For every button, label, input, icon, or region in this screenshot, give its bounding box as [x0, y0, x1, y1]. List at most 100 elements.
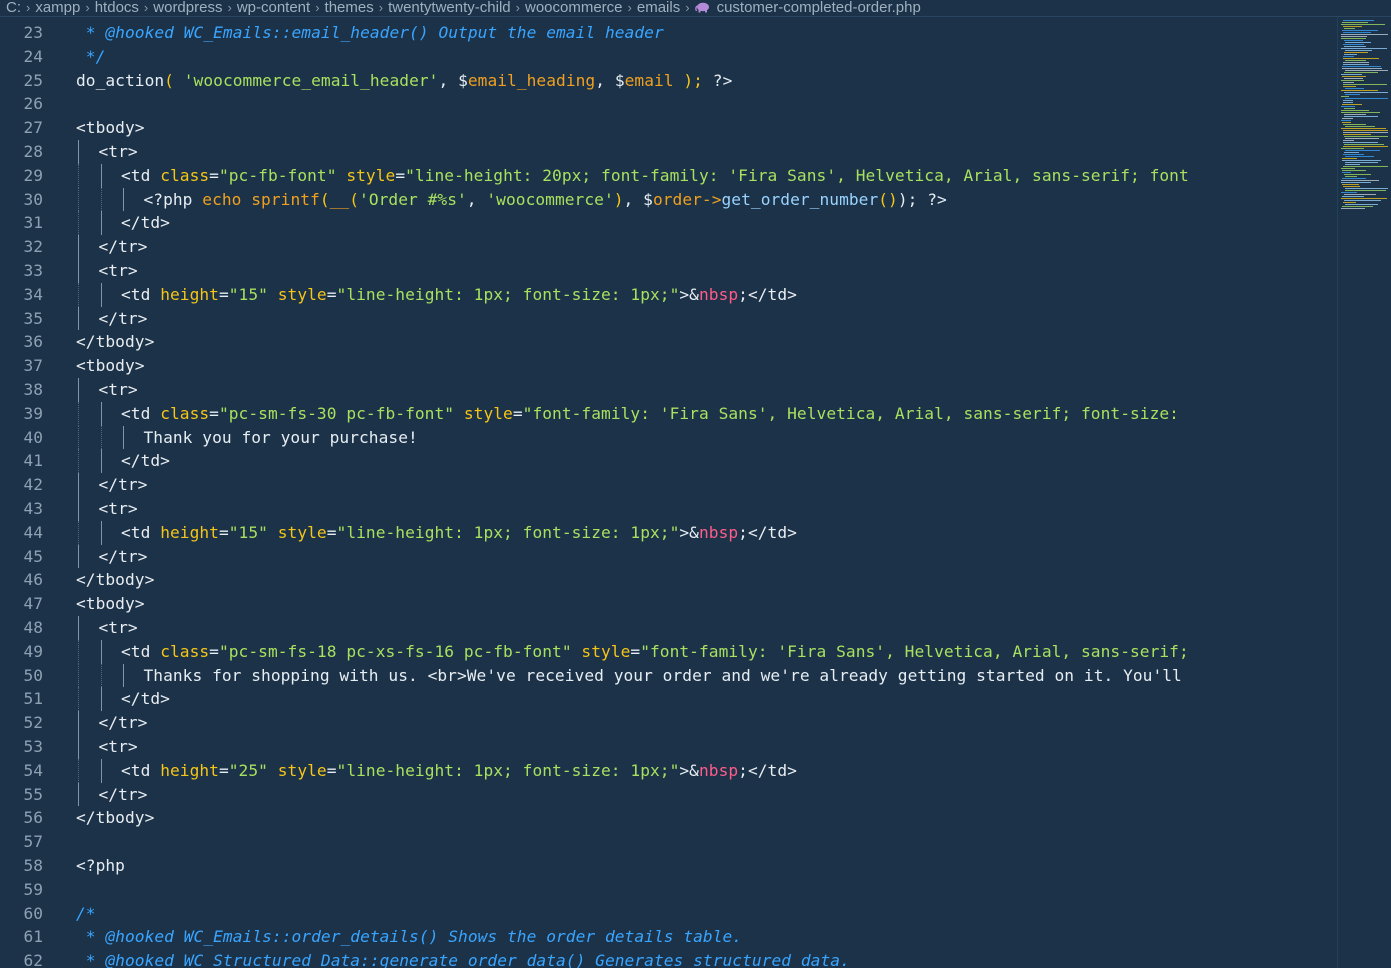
code-line[interactable]: 31 </td> — [0, 211, 1336, 236]
code-line[interactable]: 56 </tbody> — [0, 806, 1336, 830]
code-line[interactable]: 25 do_action( 'woocommerce_email_header',… — [0, 69, 1336, 93]
code-token: <td — [121, 522, 161, 542]
code-line[interactable]: 43 <tr> — [0, 497, 1336, 521]
line-number: 61 — [23, 927, 44, 947]
code-line[interactable]: 38 <tr> — [0, 378, 1336, 402]
indent-guide — [100, 401, 102, 426]
code-line[interactable]: 28 <tr> — [0, 140, 1336, 164]
line-number: 27 — [23, 118, 44, 138]
code-line[interactable]: 29 <td class="pc-fb-font" style="line-hei… — [0, 163, 1336, 188]
code-line[interactable]: 23 * @hooked WC_Emails::email_header() O… — [0, 21, 1336, 45]
code-token: <tr> — [98, 380, 138, 399]
code-line[interactable]: 48 <tr> — [0, 616, 1336, 640]
code-line[interactable]: 33 <tr> — [0, 259, 1336, 283]
indent-guide — [78, 401, 79, 426]
code-text: do_action( 'woocommerce_email_header', $… — [76, 69, 732, 93]
code-line[interactable]: 35 </tr> — [0, 306, 1336, 331]
code-text: <tr> — [99, 616, 138, 640]
code-line[interactable]: 34 <td height="15" style="line-height: 1p… — [0, 282, 1336, 307]
code-token: = — [512, 403, 523, 423]
code-token: <td — [121, 760, 161, 780]
code-line[interactable]: 45 </tr> — [0, 544, 1336, 569]
code-line[interactable]: 40 Thank you for your purchase! — [0, 425, 1336, 450]
code-line[interactable]: 42 </tr> — [0, 473, 1336, 497]
breadcrumb-item[interactable]: htdocs — [95, 0, 139, 16]
code-line[interactable]: 60 /* — [0, 902, 1336, 926]
breadcrumb-item[interactable]: woocommerce — [525, 0, 623, 16]
code-line[interactable]: 39 <td class="pc-sm-fs-30 pc-fb-font" sty… — [0, 401, 1336, 426]
code-line[interactable]: 32 </tr> — [0, 235, 1336, 259]
minimap-line — [1341, 110, 1369, 111]
code-line[interactable]: 59 — [0, 878, 1336, 902]
indent-guide — [78, 520, 79, 545]
code-line[interactable]: 24 */ — [0, 45, 1336, 69]
code-text: <td height="15" style="line-height: 1px;… — [121, 283, 797, 307]
code-line[interactable]: 53 <tr> — [0, 735, 1336, 759]
code-line[interactable]: 37 <tbody> — [0, 354, 1336, 378]
indent-guide — [78, 211, 79, 236]
code-line[interactable]: 30 <?php echo sprintf(__('Order #%s', 'wo… — [0, 187, 1336, 212]
minimap-line — [1342, 118, 1353, 119]
code-line[interactable]: 61 * @hooked WC_Emails::order_details() … — [0, 925, 1336, 949]
code-line[interactable]: 52 </tr> — [0, 711, 1336, 735]
breadcrumb-item[interactable]: xampp — [35, 0, 80, 16]
code-line[interactable]: 26 — [0, 92, 1336, 116]
minimap-line — [1343, 100, 1353, 101]
indent-guide — [100, 520, 102, 545]
minimap-line — [1344, 200, 1381, 201]
indent-guide — [78, 473, 79, 497]
code-line[interactable]: 27 <tbody> — [0, 116, 1336, 140]
minimap-line — [1344, 108, 1355, 109]
breadcrumb-item[interactable]: twentytwenty-child — [388, 0, 511, 16]
code-token: </tr> — [98, 713, 148, 733]
chevron-right-icon: › — [26, 0, 31, 15]
code-token: nbsp — [698, 284, 739, 304]
minimap-line — [1343, 62, 1369, 63]
minimap-line — [1343, 26, 1362, 27]
code-editor[interactable]: 23 * @hooked WC_Emails::email_header() O… — [0, 21, 1336, 968]
minimap-line — [1342, 158, 1357, 159]
minimap-line — [1345, 126, 1375, 127]
code-token: do_action — [76, 70, 165, 90]
code-line[interactable]: 47 <tbody> — [0, 592, 1336, 616]
minimap-line — [1344, 116, 1378, 117]
code-text: </tr> — [99, 235, 148, 259]
code-line[interactable]: 46 </tbody> — [0, 568, 1336, 592]
breadcrumb-item[interactable]: C: — [6, 0, 21, 16]
code-line[interactable]: 51 </td> — [0, 687, 1336, 712]
breadcrumb-item[interactable]: wp-content — [237, 0, 310, 16]
code-token: "line-height: 1px; font-size: 1px;" — [336, 522, 680, 542]
code-line[interactable]: 58 <?php — [0, 854, 1336, 878]
minimap[interactable] — [1337, 17, 1391, 968]
breadcrumb-item[interactable]: themes — [325, 0, 374, 16]
minimap-line — [1341, 128, 1386, 129]
code-token: <tr> — [98, 261, 138, 280]
code-line[interactable]: 50 Thanks for shopping with us. <br>We've… — [0, 663, 1336, 688]
minimap-line — [1342, 76, 1366, 77]
code-line[interactable]: 57 — [0, 830, 1336, 854]
minimap-line — [1345, 138, 1379, 139]
code-token: <br> — [427, 665, 467, 685]
minimap-line — [1344, 174, 1371, 175]
code-token: ?> — [712, 70, 733, 90]
code-token: $ — [614, 70, 625, 90]
code-line[interactable]: 44 <td height="15" style="line-height: 1p… — [0, 520, 1336, 545]
breadcrumb-item[interactable]: wordpress — [153, 0, 222, 16]
indent-guide — [100, 687, 102, 712]
breadcrumb-file[interactable]: customer-completed-order.php — [717, 0, 921, 16]
code-line[interactable]: 49 <td class="pc-sm-fs-18 pc-xs-fs-16 pc-… — [0, 639, 1336, 664]
code-token: <td — [121, 403, 161, 423]
php-elephant-icon — [694, 2, 709, 13]
code-line[interactable]: 54 <td height="25" style="line-height: 1p… — [0, 758, 1336, 783]
breadcrumb-item[interactable]: emails — [637, 0, 680, 16]
indent-guide — [100, 211, 102, 236]
code-line[interactable]: 62 * @hooked WC_Structured_Data::generat… — [0, 949, 1336, 968]
line-number: 23 — [23, 23, 44, 42]
minimap-line — [1341, 74, 1362, 75]
code-line[interactable]: 41 </td> — [0, 449, 1336, 474]
code-line[interactable]: 36 </tbody> — [0, 330, 1336, 354]
code-line[interactable]: 55 </tr> — [0, 782, 1336, 807]
